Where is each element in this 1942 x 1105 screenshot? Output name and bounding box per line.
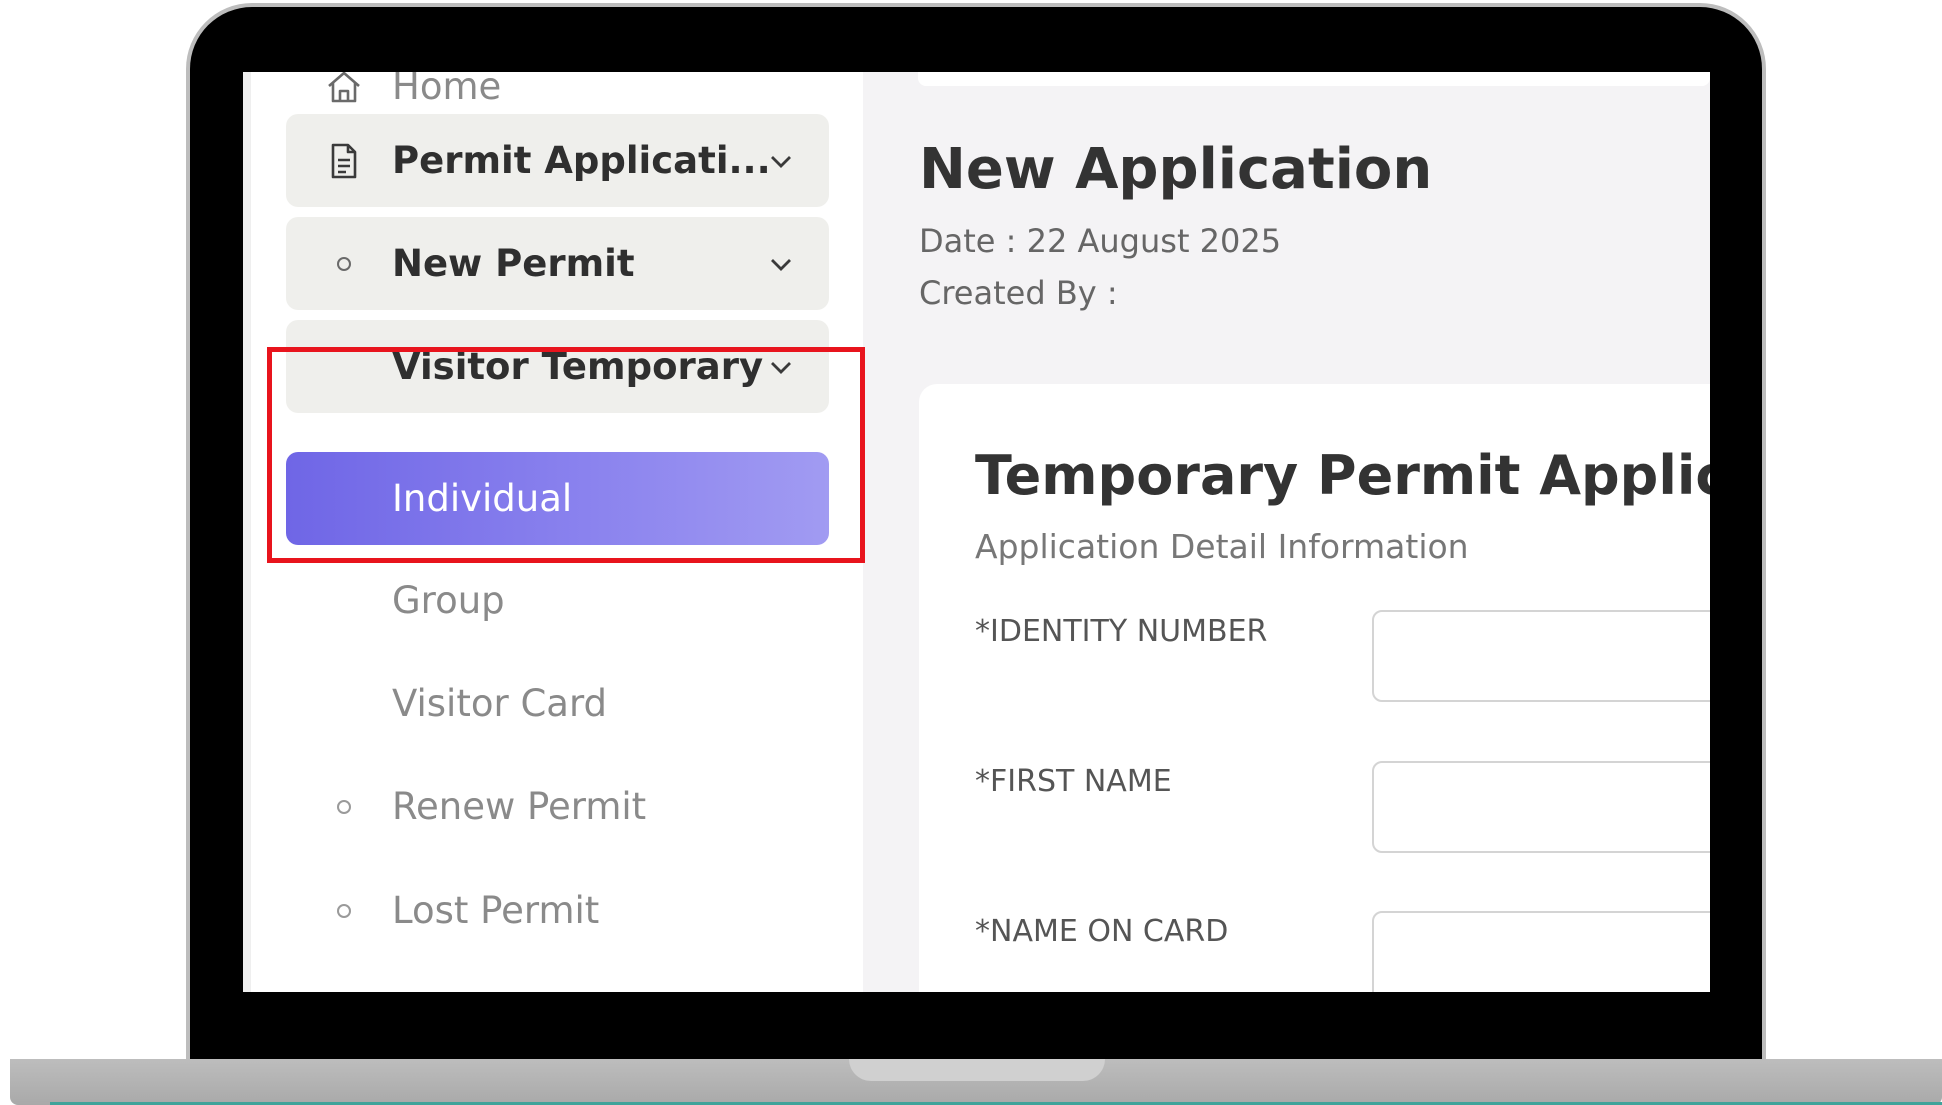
page-title: New Application xyxy=(919,137,1433,202)
chevron-down-icon xyxy=(767,250,795,278)
first-name-input[interactable] xyxy=(1372,761,1710,853)
sidebar-item-label: Lost Permit xyxy=(392,889,600,932)
chevron-down-icon xyxy=(767,147,795,175)
sidebar: Home Permit Applicati... New Permit Visi… xyxy=(243,72,865,992)
laptop-notch xyxy=(849,1059,1105,1081)
created-by-text: Created By : xyxy=(919,274,1118,312)
sidebar-item-label: Visitor Card xyxy=(392,682,608,725)
sidebar-item-label: Group xyxy=(392,579,505,622)
sidebar-item-label: Home xyxy=(392,72,502,108)
sidebar-item-label: New Permit xyxy=(392,242,635,285)
name-on-card-input[interactable] xyxy=(1372,911,1710,992)
bullet-icon xyxy=(324,787,364,827)
sidebar-item-label: Permit Applicati... xyxy=(392,139,771,182)
sidebar-item-visitor-card[interactable]: Visitor Card xyxy=(286,657,829,750)
sidebar-item-label: Renew Permit xyxy=(392,785,647,828)
screen: Home Permit Applicati... New Permit Visi… xyxy=(243,72,1710,992)
home-icon xyxy=(324,72,364,107)
sidebar-item-permit-application[interactable]: Permit Applicati... xyxy=(286,114,829,207)
identity-number-label: *IDENTITY NUMBER xyxy=(975,614,1268,649)
date-text: Date : 22 August 2025 xyxy=(919,222,1282,260)
sidebar-item-new-permit[interactable]: New Permit xyxy=(286,217,829,310)
form-title: Temporary Permit Application xyxy=(975,444,1710,507)
bullet-icon xyxy=(324,891,364,931)
sidebar-item-lost-permit[interactable]: Lost Permit xyxy=(286,864,829,957)
main-content: New Application Date : 22 August 2025 Cr… xyxy=(863,72,1710,992)
form-subtitle: Application Detail Information xyxy=(975,527,1469,566)
document-icon xyxy=(324,141,364,181)
first-name-label: *FIRST NAME xyxy=(975,764,1172,799)
highlight-annotation-box xyxy=(267,347,865,563)
identity-number-input[interactable] xyxy=(1372,610,1710,702)
name-on-card-label: *NAME ON CARD xyxy=(975,914,1229,949)
sidebar-item-group[interactable]: Group xyxy=(286,554,829,647)
bullet-icon xyxy=(324,244,364,284)
sidebar-item-renew-permit[interactable]: Renew Permit xyxy=(286,760,829,853)
top-bar xyxy=(918,72,1710,86)
application-form-card: Temporary Permit Application Application… xyxy=(919,384,1710,992)
